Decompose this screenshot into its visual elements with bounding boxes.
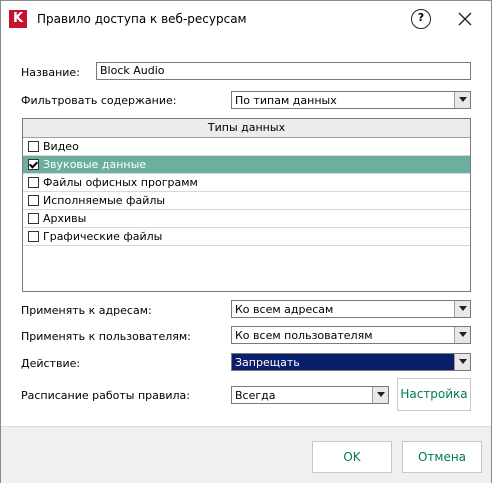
data-types-header: Типы данных — [23, 119, 470, 138]
data-type-label: Графические файлы — [43, 230, 163, 243]
data-type-row-video[interactable]: Видео — [23, 138, 470, 156]
data-type-label: Файлы офисных программ — [43, 176, 198, 189]
checkbox[interactable] — [28, 213, 39, 224]
close-icon — [458, 12, 472, 26]
chevron-down-icon — [454, 301, 470, 317]
name-input[interactable]: Block Audio — [96, 62, 471, 80]
checkbox[interactable] — [28, 195, 39, 206]
data-type-row-executable[interactable]: Исполняемые файлы — [23, 192, 470, 210]
filter-label: Фильтровать содержание: — [21, 94, 177, 107]
data-type-label: Звуковые данные — [43, 158, 147, 171]
data-type-label: Архивы — [43, 212, 87, 225]
apply-addresses-label: Применять к адресам: — [21, 304, 152, 317]
close-button[interactable] — [451, 5, 479, 33]
chevron-down-icon — [372, 387, 388, 403]
apply-addresses-value: Ко всем адресам — [235, 303, 334, 316]
data-type-row-audio[interactable]: Звуковые данные — [23, 156, 470, 174]
help-button[interactable]: ? — [411, 9, 431, 29]
action-value: Запрещать — [235, 356, 300, 369]
schedule-label: Расписание работы правила: — [21, 389, 191, 402]
filter-select-value: По типам данных — [235, 94, 337, 107]
filter-select[interactable]: По типам данных — [231, 91, 471, 109]
apply-users-value: Ко всем пользователям — [235, 329, 373, 342]
data-type-row-office[interactable]: Файлы офисных программ — [23, 174, 470, 192]
data-type-label: Видео — [43, 140, 79, 153]
data-type-row-archives[interactable]: Архивы — [23, 210, 470, 228]
chevron-down-icon — [454, 327, 470, 343]
apply-addresses-select[interactable]: Ко всем адресам — [231, 300, 471, 318]
checkbox[interactable] — [28, 177, 39, 188]
checkbox[interactable] — [28, 159, 39, 170]
kaspersky-logo-icon: K — [9, 10, 27, 28]
chevron-down-icon — [454, 354, 470, 370]
action-label: Действие: — [21, 357, 81, 370]
chevron-down-icon — [454, 92, 470, 108]
data-type-label: Исполняемые файлы — [43, 194, 166, 207]
data-types-list: Типы данных Видео Звуковые данные Файлы … — [22, 118, 471, 292]
checkbox[interactable] — [28, 231, 39, 242]
dialog-footer: OK Отмена — [1, 426, 491, 483]
schedule-select[interactable]: Всегда — [231, 386, 389, 404]
window-title: Правило доступа к веб-ресурсам — [37, 12, 247, 26]
schedule-settings-button[interactable]: Настройка — [397, 378, 471, 411]
dialog-window: K Правило доступа к веб-ресурсам ? Назва… — [0, 0, 492, 483]
name-label: Название: — [21, 66, 80, 79]
ok-button[interactable]: OK — [312, 441, 392, 473]
apply-users-select[interactable]: Ко всем пользователям — [231, 326, 471, 344]
title-bar: K Правило доступа к веб-ресурсам ? — [1, 1, 491, 38]
data-type-row-graphics[interactable]: Графические файлы — [23, 228, 470, 246]
checkbox[interactable] — [28, 141, 39, 152]
schedule-value: Всегда — [235, 389, 276, 402]
cancel-button[interactable]: Отмена — [402, 441, 482, 473]
action-select[interactable]: Запрещать — [231, 353, 471, 371]
apply-users-label: Применять к пользователям: — [21, 330, 191, 343]
